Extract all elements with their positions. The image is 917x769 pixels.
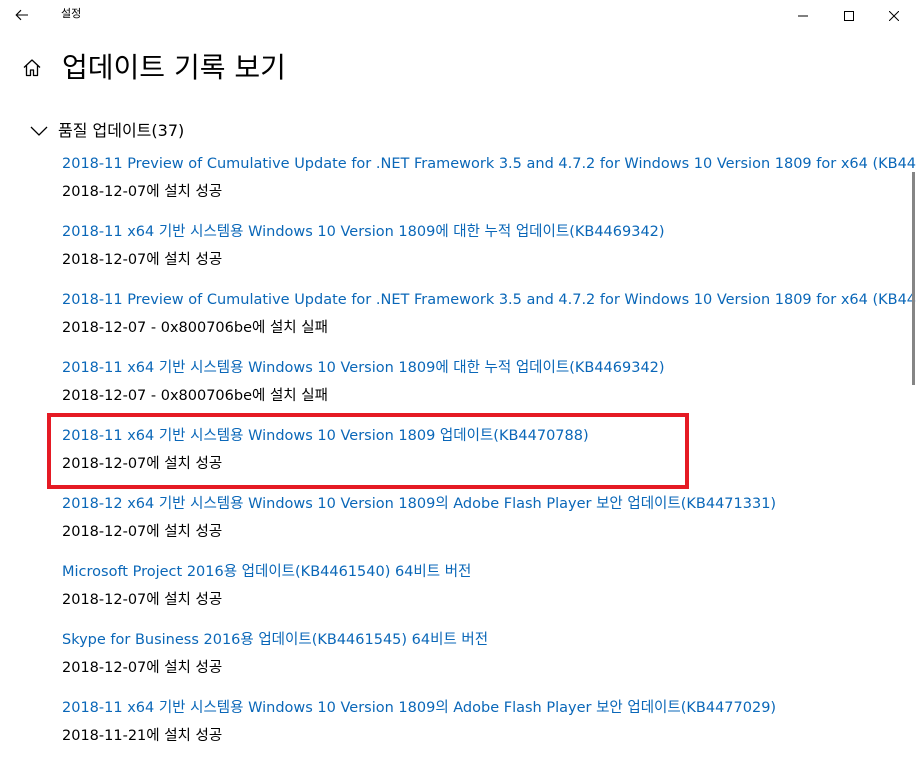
update-link[interactable]: 2018-11 Preview of Cumulative Update for… [62,154,917,174]
update-link[interactable]: 2018-11 x64 기반 시스템용 Windows 10 Version 1… [62,358,665,378]
quality-updates-section-toggle[interactable]: 품질 업데이트(37) [30,118,184,144]
home-button[interactable] [20,58,44,82]
install-status: 2018-12-07 - 0x800706be에 설치 실패 [62,320,328,336]
app-title: 설정 [61,7,82,20]
update-link[interactable]: 2018-12 x64 기반 시스템용 Windows 10 Version 1… [62,494,776,514]
install-status: 2018-12-07에 설치 성공 [62,184,223,200]
maximize-icon [844,6,854,25]
install-status: 2018-12-07에 설치 성공 [62,252,223,268]
minimize-icon [798,6,808,25]
install-status: 2018-12-07 - 0x800706be에 설치 실패 [62,388,328,404]
home-icon [22,58,42,82]
list-item: 2018-12 x64 기반 시스템용 Windows 10 Version 1… [62,490,900,550]
list-item: 2018-11 Preview of Cumulative Update for… [62,286,917,346]
list-item: 2018-11 x64 기반 시스템용 Windows 10 Version 1… [62,422,900,482]
list-item: Skype for Business 2016용 업데이트(KB4461545)… [62,626,900,686]
list-item: 2018-11 x64 기반 시스템용 Windows 10 Version 1… [62,694,900,754]
update-link[interactable]: Skype for Business 2016용 업데이트(KB4461545)… [62,630,488,650]
list-item: 2018-11 x64 기반 시스템용 Windows 10 Version 1… [62,218,900,278]
chevron-down-icon [30,122,48,140]
close-icon [888,6,900,25]
list-item: Microsoft Project 2016용 업데이트(KB4461540) … [62,558,900,618]
install-status: 2018-12-07에 설치 성공 [62,456,223,472]
title-bar: 설정 [0,0,917,30]
page-title: 업데이트 기록 보기 [62,51,286,84]
list-item: 2018-11 Preview of Cumulative Update for… [62,150,917,210]
close-button[interactable] [871,0,917,30]
update-link[interactable]: 2018-11 Preview of Cumulative Update for… [62,290,917,310]
minimize-button[interactable] [780,0,826,30]
back-arrow-icon [15,6,29,25]
update-link[interactable]: Microsoft Project 2016용 업데이트(KB4461540) … [62,562,471,582]
scrollbar-thumb[interactable] [912,172,915,385]
section-label: 품질 업데이트(37) [58,121,185,140]
install-status: 2018-12-07에 설치 성공 [62,592,223,608]
settings-window: 설정 업데이트 기록 보기 품질 업데이트(37) 2018-11 Previe… [0,0,917,769]
install-status: 2018-11-21에 설치 성공 [62,728,223,744]
list-item: 2018-11 x64 기반 시스템용 Windows 10 Version 1… [62,354,900,414]
maximize-button[interactable] [826,0,872,30]
back-button[interactable] [4,0,40,30]
update-link[interactable]: 2018-11 x64 기반 시스템용 Windows 10 Version 1… [62,426,589,446]
update-link[interactable]: 2018-11 x64 기반 시스템용 Windows 10 Version 1… [62,222,665,242]
install-status: 2018-12-07에 설치 성공 [62,524,223,540]
update-link[interactable]: 2018-11 x64 기반 시스템용 Windows 10 Version 1… [62,698,776,718]
install-status: 2018-12-07에 설치 성공 [62,660,223,676]
